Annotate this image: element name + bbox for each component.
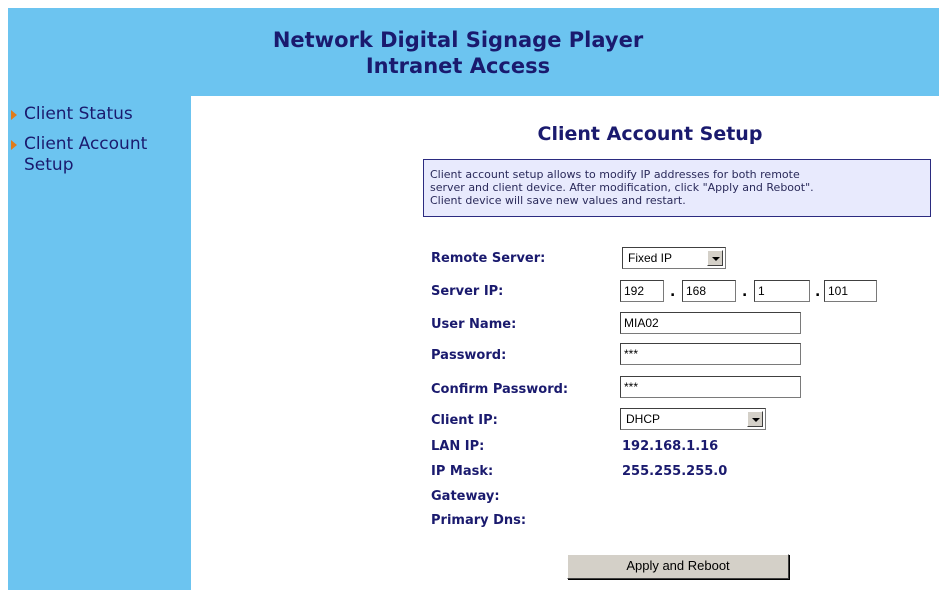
apply-and-reboot-button[interactable]: Apply and Reboot [567, 554, 789, 579]
info-text-line: server and client device. After modifica… [430, 181, 814, 194]
lan-ip-value: 192.168.1.16 [622, 439, 719, 454]
chevron-down-icon [752, 418, 760, 422]
sidebar: Client Status Client Account Setup [8, 96, 191, 590]
sidebar-item-label[interactable]: Client Status [24, 104, 189, 125]
user-name-field[interactable]: MIA02 [620, 312, 801, 334]
info-text-line: Client account setup allows to modify IP… [430, 168, 800, 181]
triangle-right-icon [11, 140, 17, 150]
server-ip-label: Server IP: [431, 284, 504, 299]
header-title: Network Digital Signage Player [272, 28, 644, 52]
client-ip-value: DHCP [626, 412, 661, 426]
ip-separator: . [670, 284, 676, 300]
sidebar-item-client-status[interactable]: Client Status [8, 104, 191, 126]
remote-server-value: Fixed IP [628, 251, 673, 265]
password-label: Password: [431, 348, 507, 363]
server-ip-octet-3[interactable]: 1 [754, 280, 810, 302]
ip-separator: . [742, 284, 748, 300]
triangle-right-icon [11, 110, 17, 120]
chevron-down-icon [712, 257, 720, 261]
remote-server-label: Remote Server: [431, 251, 546, 266]
remote-server-select[interactable]: Fixed IP [622, 247, 726, 269]
ip-mask-label: IP Mask: [431, 464, 494, 479]
info-text-line: Client device will save new values and r… [430, 194, 686, 207]
server-ip-octet-2[interactable]: 168 [682, 280, 736, 302]
sidebar-item-label[interactable]: Client Account [24, 134, 189, 155]
info-box: Client account setup allows to modify IP… [423, 159, 931, 217]
ip-separator: . [815, 284, 821, 300]
client-ip-label: Client IP: [431, 413, 498, 428]
ip-mask-value: 255.255.255.0 [622, 464, 728, 479]
page-title: Client Account Setup [537, 123, 763, 145]
sidebar-item-label-cont[interactable]: Setup [24, 155, 73, 176]
sidebar-item-client-account-setup[interactable]: Client Account Setup [8, 134, 191, 178]
gateway-label: Gateway: [431, 489, 500, 504]
dropdown-button[interactable] [707, 250, 723, 266]
confirm-password-label: Confirm Password: [431, 382, 569, 397]
server-ip-octet-1[interactable]: 192 [620, 280, 664, 302]
password-field[interactable]: *** [620, 343, 801, 365]
client-ip-select[interactable]: DHCP [620, 408, 766, 430]
header-subtitle: Intranet Access [365, 54, 551, 78]
dropdown-button[interactable] [747, 411, 763, 427]
header-banner: Network Digital Signage Player Intranet … [8, 8, 939, 96]
confirm-password-field[interactable]: *** [620, 376, 801, 398]
server-ip-octet-4[interactable]: 101 [824, 280, 877, 302]
user-name-label: User Name: [431, 317, 517, 332]
primary-dns-label: Primary Dns: [431, 513, 527, 528]
lan-ip-label: LAN IP: [431, 439, 485, 454]
